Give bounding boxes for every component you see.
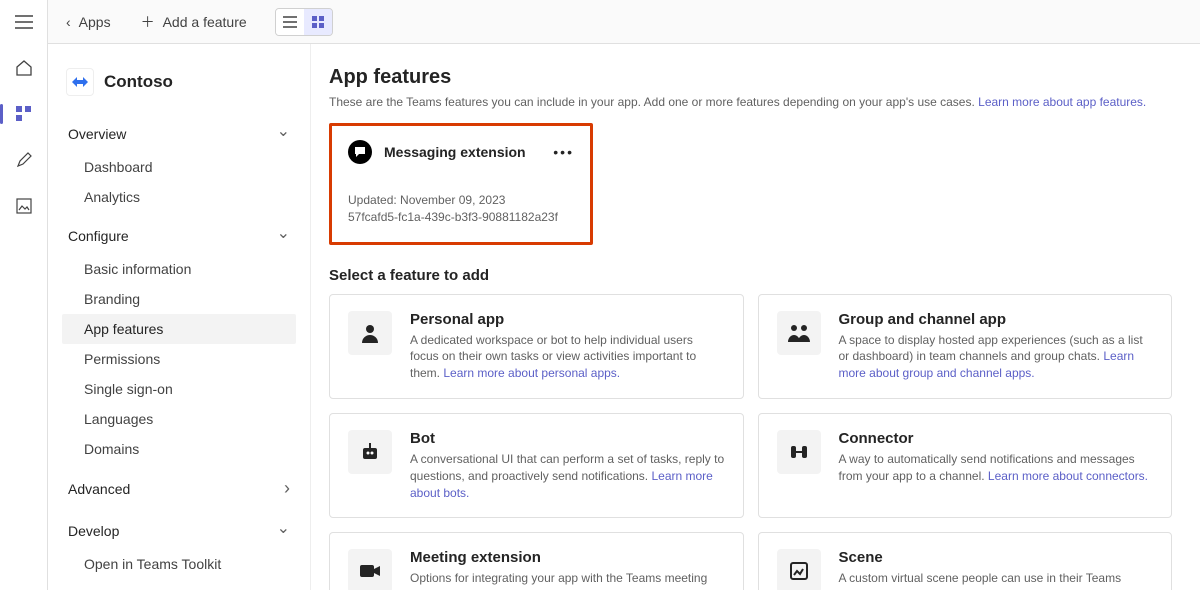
top-bar: ‹ Apps ＋ Add a feature: [48, 0, 1200, 44]
add-section-title: Select a feature to add: [329, 267, 1172, 284]
chevron-left-icon: ‹: [66, 14, 71, 30]
scene-icon: [777, 549, 821, 590]
sidebar-group-configure[interactable]: Configure: [62, 218, 296, 254]
tile-title: Scene: [839, 549, 1154, 566]
apps-icon[interactable]: [8, 98, 40, 130]
sidebar-item-branding[interactable]: Branding: [62, 284, 296, 314]
tile-group-and-channel-app[interactable]: Group and channel app A space to display …: [758, 294, 1173, 399]
list-view-button[interactable]: [276, 9, 304, 35]
tile-bot[interactable]: Bot A conversational UI that can perform …: [329, 413, 744, 518]
edit-icon[interactable]: [8, 144, 40, 176]
tile-desc: A way to automatically send notification…: [839, 451, 1154, 485]
bot-icon: [348, 430, 392, 474]
tile-learn-more-link[interactable]: Learn more about personal apps.: [443, 366, 620, 380]
brand: Contoso: [62, 64, 296, 116]
chevron-down-icon: [277, 124, 290, 144]
tile-desc: Options for integrating your app with th…: [410, 570, 725, 590]
sidebar-item-app-features[interactable]: App features: [62, 314, 296, 344]
image-icon[interactable]: [8, 190, 40, 222]
content: App features These are the Teams feature…: [310, 44, 1200, 590]
more-icon[interactable]: •••: [553, 144, 574, 160]
sidebar-group-develop[interactable]: Develop: [62, 513, 296, 549]
back-button[interactable]: ‹ Apps: [58, 10, 119, 34]
group-icon: [777, 311, 821, 355]
sidebar-item-domains[interactable]: Domains: [62, 434, 296, 464]
tile-desc: A custom virtual scene people can use in…: [839, 570, 1154, 590]
tile-title: Personal app: [410, 311, 725, 328]
tile-personal-app[interactable]: Personal app A dedicated workspace or bot…: [329, 294, 744, 399]
back-label: Apps: [79, 14, 111, 30]
sidebar-item-analytics[interactable]: Analytics: [62, 182, 296, 212]
sidebar-item-single-sign-on[interactable]: Single sign-on: [62, 374, 296, 404]
tile-title: Group and channel app: [839, 311, 1154, 328]
sidebar-group-publish[interactable]: Publish: [62, 585, 296, 590]
sidebar-item-permissions[interactable]: Permissions: [62, 344, 296, 374]
tile-desc: A space to display hosted app experience…: [839, 332, 1154, 382]
tile-desc: A conversational UI that can perform a s…: [410, 451, 725, 501]
chevron-down-icon: [277, 226, 290, 246]
tile-connector[interactable]: Connector A way to automatically send not…: [758, 413, 1173, 518]
tile-desc: A dedicated workspace or bot to help ind…: [410, 332, 725, 382]
add-feature-button[interactable]: ＋ Add a feature: [129, 8, 259, 36]
brand-logo-icon: [66, 68, 94, 96]
home-icon[interactable]: [8, 52, 40, 84]
meeting-icon: [348, 549, 392, 590]
add-feature-label: Add a feature: [163, 14, 247, 30]
tile-learn-more-link[interactable]: Learn more about connectors.: [988, 469, 1148, 483]
left-rail: [0, 0, 48, 590]
tile-title: Connector: [839, 430, 1154, 447]
brand-name: Contoso: [104, 72, 173, 92]
chevron-down-icon: [277, 521, 290, 541]
chevron-right-icon: [284, 478, 290, 499]
learn-more-app-features-link[interactable]: Learn more about app features.: [978, 95, 1146, 109]
hamburger-icon[interactable]: [8, 6, 40, 38]
sidebar-item-languages[interactable]: Languages: [62, 404, 296, 434]
page-title: App features: [329, 66, 1172, 89]
sidebar-item-open-in-teams-toolkit[interactable]: Open in Teams Toolkit: [62, 549, 296, 579]
sidebar: Contoso OverviewDashboardAnalytics Config…: [48, 44, 310, 590]
sidebar-item-dashboard[interactable]: Dashboard: [62, 152, 296, 182]
sidebar-item-basic-information[interactable]: Basic information: [62, 254, 296, 284]
tile-title: Meeting extension: [410, 549, 725, 566]
messaging-extension-card[interactable]: Messaging extension ••• Updated: Novembe…: [329, 123, 593, 245]
tile-meeting-extension[interactable]: Meeting extension Options for integrating…: [329, 532, 744, 590]
tile-scene[interactable]: Scene A custom virtual scene people can u…: [758, 532, 1173, 590]
plus-icon: ＋: [141, 12, 155, 32]
card-title: Messaging extension: [384, 144, 526, 160]
sidebar-group-advanced[interactable]: Advanced: [62, 470, 296, 507]
page-description: These are the Teams features you can inc…: [329, 95, 1172, 109]
card-meta: Updated: November 09, 2023 57fcafd5-fc1a…: [348, 192, 574, 226]
sidebar-group-overview[interactable]: Overview: [62, 116, 296, 152]
grid-view-button[interactable]: [304, 9, 332, 35]
tile-title: Bot: [410, 430, 725, 447]
connector-icon: [777, 430, 821, 474]
feature-tiles: Personal app A dedicated workspace or bot…: [329, 294, 1172, 590]
messaging-extension-icon: [348, 140, 372, 164]
view-toggle: [275, 8, 333, 36]
person-icon: [348, 311, 392, 355]
